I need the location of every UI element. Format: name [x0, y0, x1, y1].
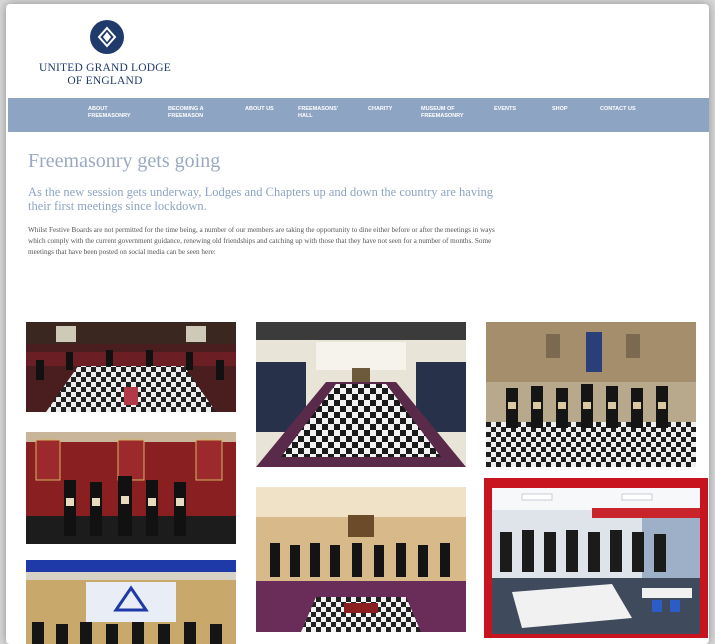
compass-square-icon	[90, 20, 124, 54]
lodge-photo-2[interactable]	[256, 322, 466, 467]
nav-item-museum-of-freemasonry[interactable]: MUSEUM OF FREEMASONRY	[421, 106, 481, 120]
nav-item-about-freemasonry[interactable]: ABOUT FREEMASONRY	[88, 106, 148, 120]
nav-item-freemasons-hall[interactable]: FREEMASONS' HALL	[298, 106, 348, 120]
lodge-photo-4[interactable]	[26, 432, 236, 544]
article-body: Whilst Festive Boards are not permitted …	[28, 226, 495, 256]
hall-members-image	[256, 487, 466, 632]
lodge-room-image	[26, 322, 236, 412]
lodge-photo-3[interactable]	[486, 322, 696, 467]
main-navigation: ABOUT FREEMASONRY BECOMING A FREEMASON A…	[8, 98, 709, 132]
lodge-photo-1[interactable]	[26, 322, 236, 412]
nav-item-events[interactable]: EVENTS	[494, 106, 554, 113]
members-group-image	[486, 322, 696, 467]
blue-backdrop-image	[26, 560, 236, 644]
modern-meeting-room-image	[492, 488, 700, 634]
red-lodge-room-image	[26, 432, 236, 544]
logo-text-line2: OF ENGLAND	[67, 75, 143, 87]
lodge-photo-7[interactable]	[26, 560, 236, 644]
site-logo[interactable]: UNITED GRAND LODGE OF ENGLAND	[20, 14, 190, 94]
highlighted-lodge-photo[interactable]	[484, 478, 708, 638]
logo-text-line1: UNITED GRAND LODGE	[39, 62, 171, 74]
nav-item-becoming-a-freemason[interactable]: BECOMING A FREEMASON	[168, 106, 228, 120]
nav-item-contact-us[interactable]: CONTACT US	[600, 106, 640, 113]
web-page: UNITED GRAND LODGE OF ENGLAND ABOUT FREE…	[6, 4, 709, 644]
article-title: Freemasonry gets going	[28, 150, 221, 172]
nav-item-charity[interactable]: CHARITY	[368, 106, 428, 113]
article-lead: As the new session gets underway, Lodges…	[28, 185, 494, 213]
nav-item-about-us[interactable]: ABOUT US	[245, 106, 275, 113]
lodge-photo-5[interactable]	[256, 487, 466, 632]
temple-hall-image	[256, 322, 466, 467]
